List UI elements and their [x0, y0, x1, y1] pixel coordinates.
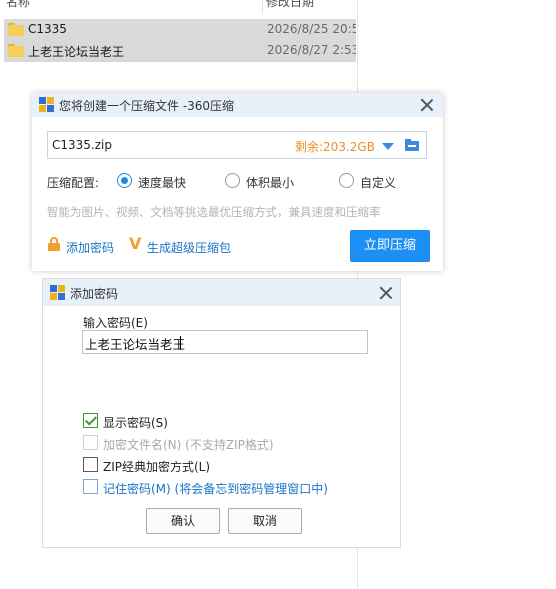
file-row[interactable]: 上老王论坛当老王 2026/8/27 2:53 — [4, 40, 356, 62]
radio-fastest[interactable] — [117, 173, 132, 188]
encrypt-filenames-label: 加密文件名(N) (不支持ZIP格式) — [103, 438, 274, 452]
password-value[interactable]: 上老王论坛当老王 — [85, 334, 185, 353]
chevron-down-icon[interactable] — [382, 143, 394, 150]
radio-custom[interactable] — [339, 173, 354, 188]
archive-filename[interactable]: C1335.zip — [52, 138, 112, 152]
config-label: 压缩配置: — [47, 176, 100, 190]
dialog-titlebar: 添加密码 — [43, 279, 400, 306]
file-row[interactable]: C1335 2026/8/25 20:56 — [4, 19, 356, 41]
close-icon[interactable] — [379, 286, 393, 300]
zip-classic-encryption-checkbox[interactable] — [83, 457, 98, 472]
option-custom-label[interactable]: 自定义 — [360, 174, 396, 191]
confirm-button[interactable]: 确认 — [146, 508, 220, 534]
radio-smallest[interactable] — [225, 173, 240, 188]
text-caret — [180, 336, 181, 350]
folder-icon — [8, 44, 24, 57]
file-name: C1335 — [28, 22, 67, 36]
dialog-titlebar: 您将创建一个压缩文件 -360压缩 — [32, 93, 443, 117]
dialog-title: 您将创建一个压缩文件 -360压缩 — [59, 99, 235, 113]
column-header-modified[interactable]: 修改日期 — [266, 0, 314, 10]
compression-hint: 智能为图片、视频、文档等挑选最优压缩方式，兼具速度和压缩率 — [47, 205, 381, 219]
compress-now-button[interactable]: 立即压缩 — [350, 230, 430, 262]
add-password-link[interactable]: 添加密码 — [66, 239, 114, 256]
encrypt-filenames-checkbox — [83, 435, 98, 450]
show-password-label[interactable]: 显示密码(S) — [103, 414, 168, 431]
lock-icon[interactable] — [48, 237, 60, 251]
password-dialog: 添加密码 输入密码(E) 上老王论坛当老王 显示密码(S) 加密文件名(N) (… — [42, 278, 401, 548]
column-divider[interactable] — [262, 0, 263, 14]
super-package-link[interactable]: 生成超级压缩包 — [147, 239, 231, 256]
option-smallest-label[interactable]: 体积最小 — [246, 174, 294, 191]
dialog-title: 添加密码 — [70, 287, 119, 301]
password-input[interactable]: 上老王论坛当老王 — [82, 330, 368, 354]
show-password-checkbox[interactable] — [83, 413, 98, 428]
zip-classic-encryption-label[interactable]: ZIP经典加密方式(L) — [103, 458, 210, 475]
cancel-button[interactable]: 取消 — [228, 508, 302, 534]
360zip-icon — [50, 285, 65, 300]
vip-icon: V — [129, 234, 142, 253]
archive-path-field[interactable]: C1335.zip 剩余:203.2GB — [47, 131, 427, 159]
remember-password-checkbox[interactable] — [83, 479, 98, 494]
free-space-label: 剩余:203.2GB — [295, 140, 375, 154]
password-label: 输入密码(E) — [83, 316, 148, 330]
folder-icon — [8, 23, 24, 36]
compress-dialog: 您将创建一个压缩文件 -360压缩 C1335.zip 剩余:203.2GB 压… — [32, 93, 443, 271]
option-fastest-label[interactable]: 速度最快 — [138, 174, 186, 191]
file-date: 2026/8/25 20:56 — [267, 22, 356, 36]
close-icon[interactable] — [420, 98, 434, 112]
remember-password-label[interactable]: 记住密码(M) (将会备忘到密码管理窗口中) — [103, 480, 328, 497]
360zip-icon — [39, 97, 54, 112]
browse-folder-icon[interactable] — [405, 139, 419, 151]
file-date: 2026/8/27 2:53 — [267, 43, 356, 57]
file-name: 上老王论坛当老王 — [28, 45, 125, 59]
column-header-name[interactable]: 名称 — [6, 0, 30, 10]
